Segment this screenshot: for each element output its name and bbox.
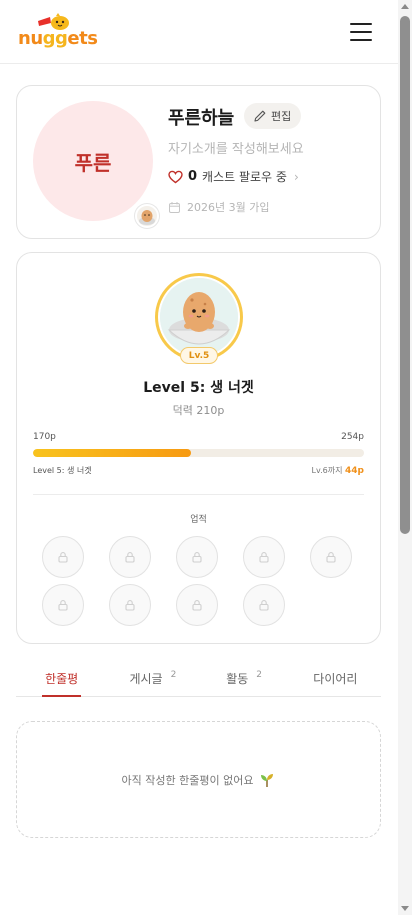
achievements-title: 업적 (190, 515, 207, 525)
achievement-slot[interactable] (109, 536, 151, 578)
app-header: nuggets (0, 0, 398, 64)
chevron-right-icon: › (293, 169, 299, 184)
achievement-slot[interactable] (109, 584, 151, 626)
lock-icon (259, 552, 269, 563)
lock-icon (326, 552, 336, 563)
lock-icon (125, 552, 135, 563)
xp-progress-fill (33, 449, 191, 457)
divider (33, 494, 364, 495)
profile-tabs: 한줄평 게시글 2 활동 2 다이어리 (16, 662, 381, 697)
level-badge: Lv.5 (180, 347, 218, 364)
follow-cast-link[interactable]: 0 캐스트 팔로우 중 › (168, 168, 299, 185)
nugget-mascot-icon (139, 210, 155, 225)
avatar[interactable]: 푸른 (33, 101, 153, 221)
achievement-slot[interactable] (176, 584, 218, 626)
achievement-slot[interactable] (176, 536, 218, 578)
profile-card: 푸른 푸른하늘 편집 자기소개를 작성해보세요 0 캐스트 팔로우 중 › 20… (16, 85, 381, 239)
lock-icon (192, 552, 202, 563)
lock-icon (125, 600, 135, 611)
tab-count-badge: 2 (256, 670, 263, 680)
follow-label: 캐스트 팔로우 중 (202, 170, 287, 184)
lock-icon (259, 600, 269, 611)
xp-progress-bar (33, 449, 364, 457)
level-card: Lv.5 Level 5: 생 너겟 덕력 210p 170p 254p Lev… (16, 252, 381, 644)
heart-icon (168, 170, 183, 183)
next-level-remaining: Lv.6까지 44p (312, 465, 364, 476)
xp-max-label: 254p (341, 432, 364, 442)
nugget-in-bowl-illustration (160, 278, 238, 356)
lock-icon (58, 552, 68, 563)
empty-message: 아직 작성한 한줄평이 없어요 (121, 773, 254, 787)
level-mini-avatar (135, 204, 159, 228)
follow-count: 0 (188, 169, 198, 184)
achievement-slot[interactable] (243, 584, 285, 626)
joined-text: 2026년 3월 가입 (187, 201, 270, 214)
empty-state: 아직 작성한 한줄평이 없어요 (16, 721, 381, 838)
tab-0[interactable]: 한줄평 (16, 662, 107, 697)
current-level-label: Level 5: 생 너겟 (33, 466, 92, 475)
edit-label: 편집 (271, 110, 292, 123)
tab-2[interactable]: 활동 2 (199, 662, 290, 696)
page-scrollbar[interactable] (398, 0, 412, 915)
lock-icon (58, 600, 68, 611)
calendar-icon (169, 201, 180, 213)
sprout-icon (261, 773, 274, 787)
logo-wordmark: nuggets (18, 27, 98, 49)
next-level-amount: 44p (345, 466, 364, 476)
tab-label: 게시글 (129, 672, 163, 686)
profile-page: nuggets 푸른 푸른하늘 편집 자기소개를 작성해보세요 0 캐스트 팔로… (0, 0, 412, 915)
logo-mascot-icon (38, 12, 69, 30)
tab-label: 다이어리 (313, 672, 358, 686)
joined-date: 2026년 3월 가입 (168, 199, 269, 215)
scroll-up-icon[interactable] (401, 4, 409, 9)
tab-label: 활동 (226, 672, 249, 686)
tab-count-badge: 2 (170, 670, 177, 680)
achievement-slot[interactable] (42, 536, 84, 578)
achievement-slot[interactable] (310, 536, 352, 578)
hamburger-menu-icon[interactable] (350, 22, 372, 41)
xp-min-label: 170p (33, 432, 56, 442)
level-title: Level 5: 생 너겟 (143, 380, 254, 396)
pencil-icon (254, 110, 266, 122)
edit-profile-button[interactable]: 편집 (244, 103, 302, 129)
next-level-prefix: Lv.6까지 (311, 466, 343, 475)
tab-3[interactable]: 다이어리 (290, 662, 381, 696)
bio-placeholder[interactable]: 자기소개를 작성해보세요 (168, 138, 304, 157)
achievements-grid (42, 536, 356, 626)
achievement-slot[interactable] (243, 536, 285, 578)
nuggets-logo[interactable]: nuggets (18, 12, 98, 52)
scroll-down-icon[interactable] (401, 906, 409, 911)
nickname: 푸른하늘 (168, 108, 235, 129)
scroll-thumb[interactable] (400, 16, 410, 534)
tab-1[interactable]: 게시글 2 (107, 662, 198, 696)
level-points: 덕력 210p (172, 404, 225, 417)
tab-label: 한줄평 (45, 672, 79, 686)
lock-icon (192, 600, 202, 611)
achievement-slot[interactable] (42, 584, 84, 626)
